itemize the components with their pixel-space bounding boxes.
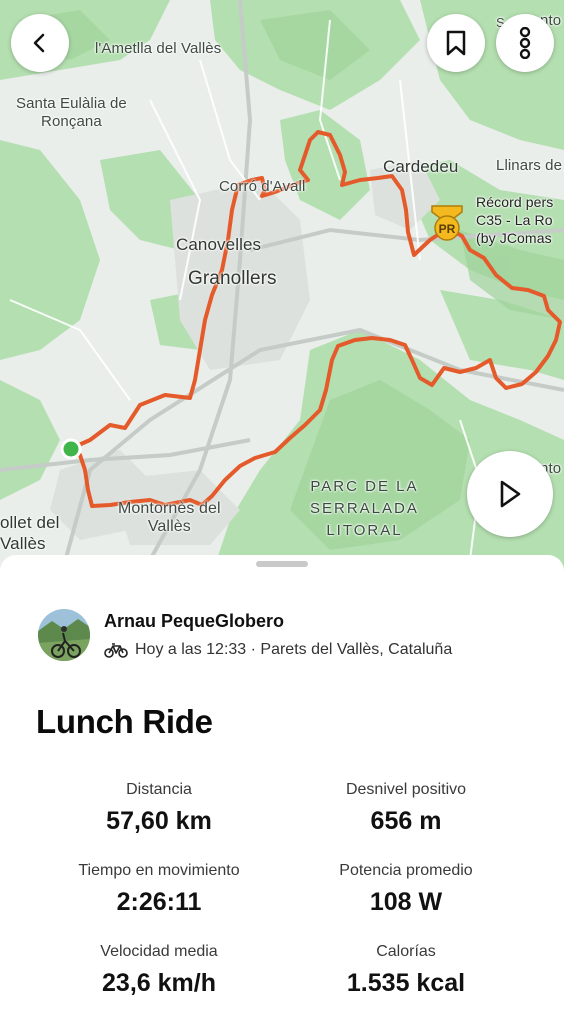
chevron-left-icon <box>33 33 45 53</box>
stat-value: 57,60 km <box>106 807 212 835</box>
play-icon <box>500 480 521 508</box>
stat-calories: Calorías 1.535 kcal <box>281 942 531 997</box>
stat-label: Potencia promedio <box>339 862 473 879</box>
start-marker[interactable] <box>60 438 82 460</box>
bookmark-button[interactable] <box>427 14 485 72</box>
pr-badge-text: PR <box>439 222 456 236</box>
route-map[interactable]: l'Ametlla del Vallès Santa Eulàlia de Ro… <box>0 0 564 580</box>
activity-title: Lunch Ride <box>36 703 213 740</box>
stat-label: Tiempo en movimiento <box>78 862 240 879</box>
stat-label: Calorías <box>376 943 436 960</box>
play-flyover-button[interactable] <box>467 451 553 537</box>
map-label-montornes: Montornès del Vallès <box>118 500 221 535</box>
map-label-ametlla: l'Ametlla del Vallès <box>95 40 222 57</box>
map-label-mollet: ollet del Vallès <box>0 513 60 553</box>
map-label-granollers: Granollers <box>188 268 277 289</box>
map-label-parc-serralada: PARC DE LA SERRALADA LITORAL <box>310 478 419 539</box>
athlete-avatar[interactable] <box>38 609 90 661</box>
stat-average-power: Potencia promedio 108 W <box>281 861 531 916</box>
avatar-photo <box>38 609 90 661</box>
more-vertical-icon <box>519 27 531 59</box>
stat-average-speed: Velocidad media 23,6 km/h <box>34 942 284 997</box>
back-button[interactable] <box>11 14 69 72</box>
stat-label: Desnivel positivo <box>345 781 467 798</box>
map-label-llinars: Llinars de <box>496 157 563 174</box>
more-options-button[interactable] <box>496 14 554 72</box>
activity-date-location: Hoy a las 12:33 · Parets del Vallès, Cat… <box>135 641 453 658</box>
bike-icon <box>104 643 128 658</box>
stat-value: 2:26:11 <box>116 888 202 916</box>
stat-label: Distancia <box>126 781 192 798</box>
stat-distance: Distancia 57,60 km <box>34 780 284 835</box>
map-label-cardedeu: Cardedeu <box>383 157 459 176</box>
map-label-canovelles: Canovelles <box>176 235 262 254</box>
activity-meta: Hoy a las 12:33 · Parets del Vallès, Cat… <box>104 641 452 659</box>
map-label-santa-eulalia: Santa Eulàlia de Ronçana <box>16 95 127 130</box>
stat-moving-time: Tiempo en movimiento 2:26:11 <box>34 861 284 916</box>
stat-elevation-gain: Desnivel positivo 656 m <box>281 780 531 835</box>
personal-record-badge[interactable]: PR <box>430 204 464 242</box>
bookmark-icon <box>446 30 466 56</box>
stat-value: 656 m <box>370 807 442 835</box>
activity-details-sheet: Arnau PequeGlobero Hoy a las 12:33 · Par… <box>0 555 564 1024</box>
stat-value: 1.535 kcal <box>346 969 466 997</box>
athlete-name[interactable]: Arnau PequeGlobero <box>104 611 284 632</box>
map-label-corro-davall: Corró d'Avall <box>219 178 306 195</box>
segment-record-label[interactable]: Récord pers C35 - La Ro (by JComas <box>476 193 553 247</box>
sheet-drag-handle[interactable] <box>256 561 308 567</box>
stat-value: 108 W <box>369 888 443 916</box>
stat-label: Velocidad media <box>100 943 218 960</box>
stat-value: 23,6 km/h <box>102 969 216 997</box>
pr-badge-icon: PR <box>431 205 463 241</box>
